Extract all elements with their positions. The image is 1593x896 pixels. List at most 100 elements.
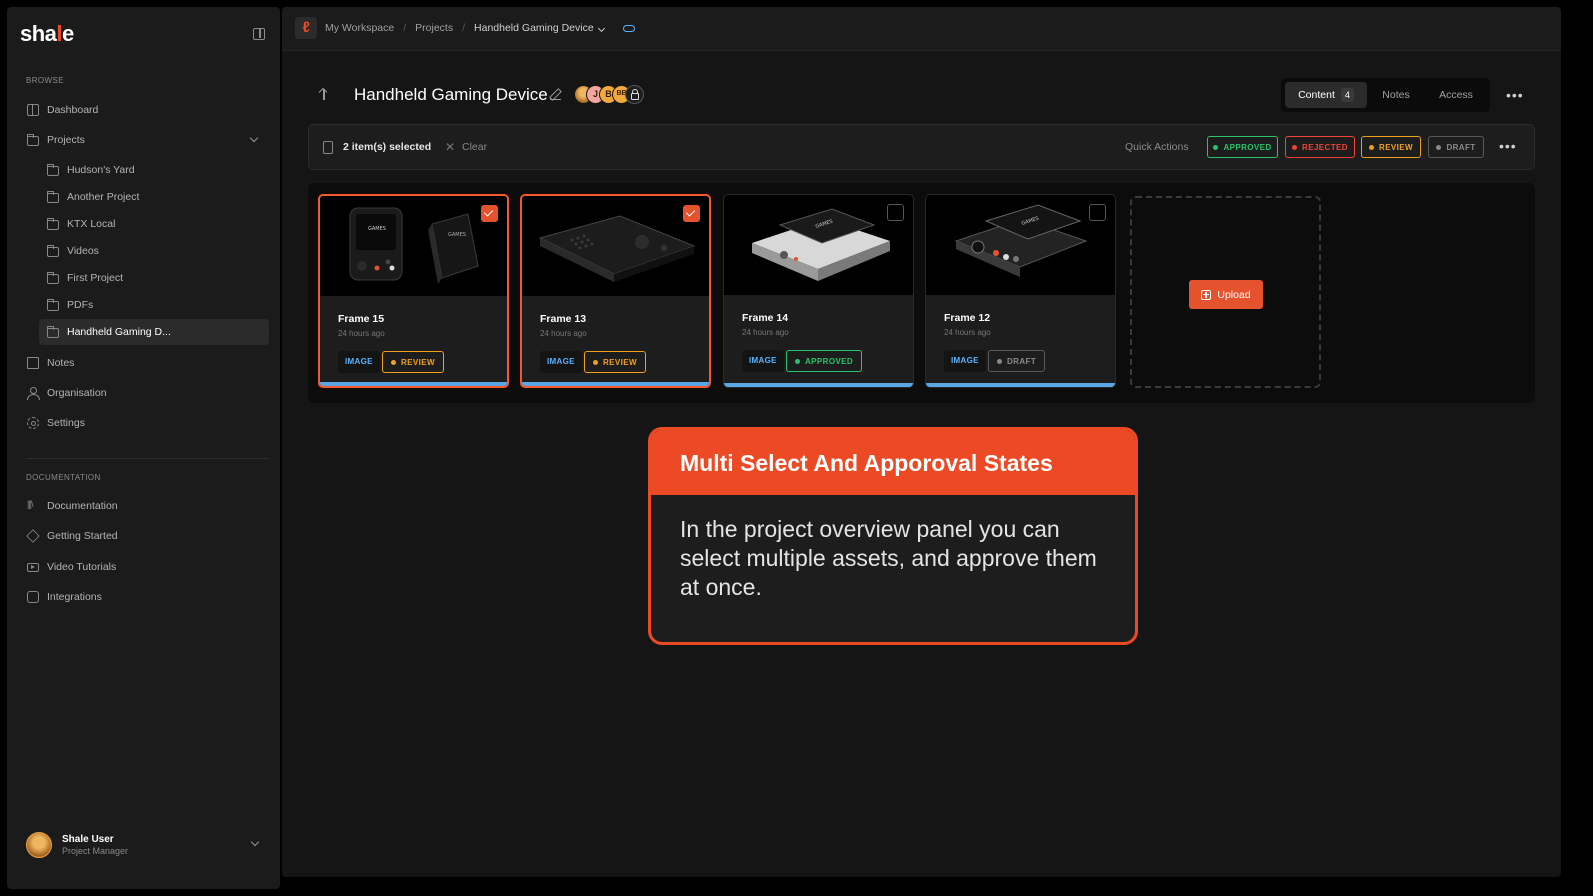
folder-icon (47, 326, 59, 338)
upload-progress-bar (320, 382, 507, 386)
folder-icon (47, 164, 59, 176)
asset-timestamp: 24 hours ago (338, 329, 385, 338)
project-item-label: PDFs (67, 299, 94, 311)
chevron-down-icon[interactable] (249, 133, 259, 143)
project-item-handheld-gaming-device[interactable]: Handheld Gaming D... (39, 319, 269, 345)
asset-thumbnail[interactable] (522, 196, 709, 296)
sidebar-item-video-tutorials[interactable]: Video Tutorials (19, 554, 269, 580)
status-dot (997, 358, 1002, 364)
documentation-section-label: DOCUMENTATION (26, 473, 101, 482)
sidebar-item-dashboard[interactable]: Dashboard (19, 97, 269, 123)
book-icon (27, 357, 39, 369)
app-logo[interactable]: shale (20, 21, 74, 47)
chevron-down-icon[interactable] (250, 837, 260, 847)
asset-card[interactable]: GAMES GAMES Frame 15 24 hours ago IMAGE … (318, 194, 509, 388)
project-item-label: KTX Local (67, 218, 116, 230)
user-name: Shale User (62, 834, 114, 845)
approve-action-button[interactable]: APPROVED (1207, 136, 1278, 158)
file-icon (323, 141, 333, 154)
status-badge[interactable]: REVIEW (584, 351, 646, 373)
sidebar-item-label: Video Tutorials (47, 561, 117, 573)
folder-icon (47, 272, 59, 284)
page-more-button[interactable]: ••• (1506, 87, 1524, 103)
breadcrumb: My Workspace / Projects / Handheld Gamin… (325, 22, 635, 34)
asset-type-badge: IMAGE (338, 351, 380, 373)
project-item-label: Handheld Gaming D... (67, 326, 171, 338)
tab-content[interactable]: Content 4 (1285, 82, 1367, 108)
pencil-icon[interactable] (550, 89, 561, 100)
asset-thumbnail[interactable]: GAMES (926, 195, 1115, 295)
sidebar-item-label: Projects (47, 134, 85, 146)
asset-grid: GAMES GAMES Frame 15 24 hours ago IMAGE … (308, 183, 1535, 403)
asset-thumbnail[interactable]: GAMES GAMES (320, 196, 507, 296)
project-item-hudsons-yard[interactable]: Hudson's Yard (19, 157, 269, 183)
asset-title: Frame 15 (338, 313, 385, 325)
select-checkbox[interactable] (1089, 204, 1106, 221)
draft-action-button[interactable]: DRAFT (1428, 136, 1484, 158)
project-item-videos[interactable]: Videos (19, 238, 269, 264)
callout-header: Multi Select And Apporoval States (651, 430, 1135, 495)
close-icon[interactable]: ✕ (445, 140, 455, 154)
asset-title: Frame 12 (944, 312, 991, 324)
status-dot (1213, 144, 1219, 150)
folder-icon (47, 191, 59, 203)
sidebar-item-projects[interactable]: Projects (19, 127, 269, 153)
selection-more-button[interactable]: ••• (1499, 138, 1517, 154)
sidebar-item-organisation[interactable]: Organisation (19, 380, 269, 406)
link-icon[interactable] (622, 24, 635, 32)
asset-card[interactable]: GAMES Frame 12 24 hours ago IMAGE DRAFT (925, 194, 1116, 388)
asset-thumbnail[interactable]: GAMES (724, 195, 913, 295)
video-icon (27, 562, 39, 572)
diamond-icon (26, 529, 40, 543)
sidebar-item-settings[interactable]: Settings (19, 410, 269, 436)
select-checkbox[interactable] (683, 205, 700, 222)
reject-action-button[interactable]: REJECTED (1285, 136, 1355, 158)
asset-card[interactable]: Frame 13 24 hours ago IMAGE REVIEW (520, 194, 711, 388)
project-item-ktx-local[interactable]: KTX Local (19, 211, 269, 237)
clear-selection-button[interactable]: Clear (462, 141, 487, 153)
project-item-pdfs[interactable]: PDFs (19, 292, 269, 318)
project-item-label: First Project (67, 272, 124, 284)
sidebar-item-label: Getting Started (47, 530, 118, 542)
breadcrumb-projects[interactable]: Projects (415, 22, 453, 34)
svg-text:GAMES: GAMES (448, 232, 466, 238)
breadcrumb-current[interactable]: Handheld Gaming Device (474, 22, 605, 34)
breadcrumb-workspace[interactable]: My Workspace (325, 22, 394, 34)
collapse-sidebar-icon[interactable] (253, 28, 265, 40)
folder-icon (47, 299, 59, 311)
asset-timestamp: 24 hours ago (742, 328, 789, 337)
breadcrumb-separator: / (403, 22, 407, 34)
status-badge[interactable]: APPROVED (786, 350, 863, 372)
sidebar-item-notes[interactable]: Notes (19, 350, 269, 376)
sidebar-item-getting-started[interactable]: Getting Started (19, 523, 269, 549)
select-checkbox[interactable] (481, 205, 498, 222)
project-item-first-project[interactable]: First Project (19, 265, 269, 291)
sidebar-item-integrations[interactable]: Integrations (19, 584, 269, 610)
review-action-button[interactable]: REVIEW (1361, 136, 1421, 158)
asset-card[interactable]: GAMES Frame 14 24 hours ago IMAGE APPROV… (723, 194, 914, 388)
lock-icon[interactable] (625, 85, 644, 104)
back-arrow-icon[interactable] (320, 87, 330, 101)
status-badge[interactable]: DRAFT (988, 350, 1046, 372)
asset-type-badge: IMAGE (540, 351, 582, 373)
upload-dropzone[interactable]: Upload (1130, 196, 1321, 388)
page-title: Handheld Gaming Device (354, 85, 548, 104)
user-role: Project Manager (62, 846, 129, 856)
user-icon (27, 387, 40, 400)
user-menu[interactable]: Shale User Project Manager (26, 825, 266, 865)
tab-notes[interactable]: Notes (1369, 82, 1423, 108)
topbar: ℓ My Workspace / Projects / Handheld Gam… (282, 7, 1561, 51)
upload-button[interactable]: Upload (1189, 280, 1263, 309)
folder-icon (47, 245, 59, 257)
content-count-badge: 4 (1340, 88, 1354, 102)
asset-timestamp: 24 hours ago (540, 329, 587, 338)
status-dot (593, 359, 598, 365)
select-checkbox[interactable] (887, 204, 904, 221)
sidebar: shale BROWSE Dashboard Projects Hudson's… (7, 7, 280, 889)
status-badge[interactable]: REVIEW (382, 351, 444, 373)
workspace-logo-icon[interactable]: ℓ (295, 17, 317, 39)
project-item-another-project[interactable]: Another Project (19, 184, 269, 210)
tab-access[interactable]: Access (1427, 82, 1485, 108)
status-dot (1369, 144, 1375, 150)
sidebar-item-documentation[interactable]: Documentation (19, 493, 269, 519)
